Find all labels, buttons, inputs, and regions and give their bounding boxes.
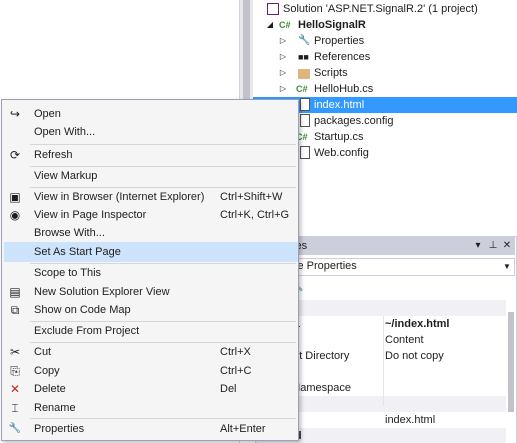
menu-item-rename[interactable]: ⌶ Rename	[4, 398, 298, 418]
menu-item-shortcut: Ctrl+C	[220, 365, 252, 377]
html-file-icon	[300, 98, 310, 111]
close-icon[interactable]: ✕	[501, 239, 513, 253]
tree-item-label: Properties	[314, 35, 365, 47]
menu-item-properties[interactable]: 🔧 Properties Alt+Enter	[4, 419, 298, 439]
pin-icon[interactable]: ⊥	[487, 239, 499, 253]
menu-item-cut[interactable]: ✂ Cut Ctrl+X	[4, 342, 298, 362]
tree-item-references[interactable]: ▷ ■■ References	[253, 49, 517, 65]
references-icon: ■■	[298, 52, 309, 62]
refresh-icon: ⟳	[9, 148, 21, 162]
collapsed-triangle-icon[interactable]: ▷	[278, 49, 288, 65]
menu-item-shortcut: Del	[220, 383, 237, 395]
property-value[interactable]: index.html	[385, 412, 435, 428]
tree-item-label: References	[314, 51, 371, 63]
property-value[interactable]: Content	[385, 332, 424, 348]
menu-item-shortcut: Alt+Enter	[220, 423, 266, 435]
menu-item-label: Copy	[34, 365, 60, 377]
wrench-icon: 🔧	[298, 35, 311, 46]
tree-item-label: HelloHub.cs	[314, 83, 374, 95]
scissors-icon: ✂	[9, 345, 21, 359]
menu-item-label: Open	[34, 108, 61, 120]
tree-item-properties[interactable]: ▷ 🔧 Properties	[253, 33, 517, 49]
menu-item-shortcut: Ctrl+K, Ctrl+G	[220, 209, 290, 221]
menu-item-label: Scope to This	[34, 267, 102, 279]
tree-item-project[interactable]: ◢ C# HelloSignalR	[253, 17, 517, 33]
menu-item-new-solution-explorer-view[interactable]: ▤ New Solution Explorer View	[4, 282, 298, 302]
collapsed-triangle-icon[interactable]: ▷	[278, 65, 288, 81]
tree-item-scripts[interactable]: ▷ Scripts	[253, 65, 517, 81]
menu-item-label: Rename	[34, 402, 76, 414]
menu-item-show-on-code-map[interactable]: ⧉ Show on Code Map	[4, 300, 298, 320]
menu-item-refresh[interactable]: ⟳ Refresh	[4, 145, 298, 165]
properties-scrollbar-thumb[interactable]	[508, 312, 514, 412]
menu-item-label: Set As Start Page	[34, 246, 121, 258]
menu-item-label: View Markup	[34, 170, 98, 182]
menu-item-label: Refresh	[34, 149, 73, 161]
wrench-icon: 🔧	[8, 423, 22, 434]
tree-item-label: HelloSignalR	[298, 19, 366, 31]
folder-icon	[298, 69, 310, 79]
menu-item-view-in-browser[interactable]: ▣ View in Browser (Internet Explorer) Ct…	[4, 187, 298, 207]
page-inspector-icon: ◉	[9, 208, 21, 222]
csharp-file-icon: C#	[296, 84, 308, 94]
menu-item-exclude-from-project[interactable]: Exclude From Project	[4, 321, 298, 341]
tree-item-solution[interactable]: Solution 'ASP.NET.SignalR.2' (1 project)	[253, 1, 517, 17]
collapsed-triangle-icon[interactable]: ▷	[278, 81, 288, 97]
menu-item-label: Show on Code Map	[34, 304, 131, 316]
property-value[interactable]: ~/index.html	[385, 316, 450, 332]
context-menu: ↪ Open Open With... ⟳ Refresh View Marku…	[1, 99, 299, 441]
menu-item-copy[interactable]: ⎘ Copy Ctrl+C	[4, 361, 298, 381]
menu-item-label: Browse With...	[34, 227, 105, 239]
tree-item-hellohub[interactable]: ▷ C# HelloHub.cs	[253, 81, 517, 97]
tree-item-label: Web.config	[314, 147, 369, 159]
menu-item-shortcut: Ctrl+Shift+W	[220, 191, 283, 203]
menu-item-label: Open With...	[34, 126, 96, 138]
property-grid-divider[interactable]	[383, 316, 384, 406]
csharp-project-icon: C#	[279, 20, 291, 30]
chevron-down-icon[interactable]: ▼	[503, 258, 511, 276]
menu-item-shortcut: Ctrl+X	[220, 346, 251, 358]
menu-item-set-as-start-page[interactable]: Set As Start Page	[4, 242, 298, 262]
collapsed-triangle-icon[interactable]: ▷	[278, 33, 288, 49]
menu-item-view-markup[interactable]: View Markup	[4, 166, 298, 186]
menu-item-scope-to-this[interactable]: Scope to This	[4, 263, 298, 283]
solution-icon	[267, 3, 279, 15]
solution-explorer-view-icon: ▤	[9, 285, 21, 299]
menu-item-open-with[interactable]: Open With...	[4, 122, 298, 142]
config-file-icon	[300, 146, 310, 159]
menu-item-delete[interactable]: ✕ Delete Del	[4, 379, 298, 399]
code-map-icon: ⧉	[10, 303, 20, 317]
expanded-triangle-icon[interactable]: ◢	[265, 17, 275, 33]
menu-item-open[interactable]: ↪ Open	[4, 104, 298, 124]
tree-item-label: Scripts	[314, 67, 348, 79]
menu-item-label: Cut	[34, 346, 52, 358]
menu-item-label: Properties	[34, 423, 85, 435]
copy-icon: ⎘	[10, 364, 20, 378]
delete-x-icon: ✕	[9, 382, 21, 396]
rename-icon: ⌶	[11, 401, 19, 415]
dropdown-icon[interactable]: ▾	[472, 239, 484, 253]
menu-item-label: View in Browser (Internet Explorer)	[34, 191, 205, 203]
tree-item-label: Startup.cs	[314, 131, 364, 143]
menu-item-label: Delete	[34, 383, 66, 395]
solution-explorer-scrollbar-thumb[interactable]	[243, 0, 250, 100]
menu-item-label: New Solution Explorer View	[34, 286, 170, 298]
tree-item-label: Solution 'ASP.NET.SignalR.2' (1 project)	[283, 3, 478, 15]
menu-item-view-in-page-inspector[interactable]: ◉ View in Page Inspector Ctrl+K, Ctrl+G	[4, 205, 298, 225]
menu-item-label: Exclude From Project	[34, 325, 140, 337]
open-arrow-icon: ↪	[9, 107, 21, 121]
tree-item-label: packages.config	[314, 115, 394, 127]
browser-icon: ▣	[9, 190, 21, 204]
menu-item-browse-with[interactable]: Browse With...	[4, 223, 298, 243]
config-file-icon	[300, 114, 310, 127]
tree-item-label: index.html	[314, 99, 365, 111]
property-value[interactable]: Do not copy	[385, 348, 444, 364]
menu-item-label: View in Page Inspector	[34, 209, 147, 221]
